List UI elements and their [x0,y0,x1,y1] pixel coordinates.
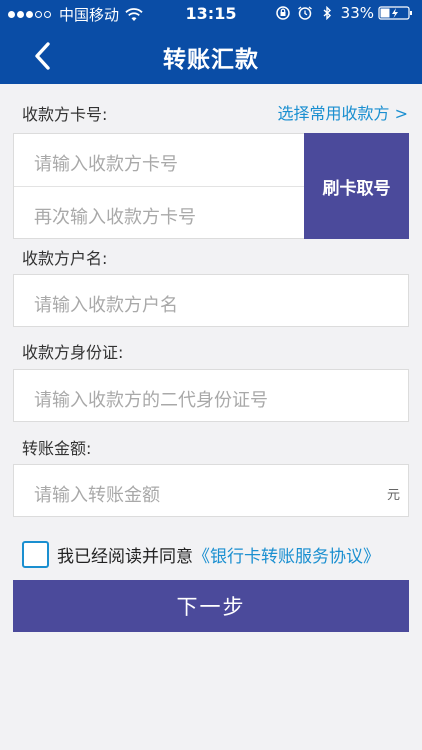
alarm-icon [297,6,312,20]
nav-bar: 转账汇款 [0,28,422,84]
bluetooth-icon [323,6,331,20]
agreement-row: 我已经阅读并同意 《银行卡转账服务协议》 [22,539,380,569]
status-bar: 中国移动 13:15 33% [0,0,422,28]
payee-name-card: 请输入收款方户名 [13,274,409,327]
swipe-card-button[interactable]: 刷卡取号 [304,133,409,239]
payee-name-label: 收款方户名: [22,249,108,268]
payee-id-label: 收款方身份证: [22,343,124,362]
status-right: 33% [269,4,414,22]
choose-payee-link[interactable]: 选择常用收款方 > [278,100,409,124]
divider [14,186,304,187]
header: 中国移动 13:15 33% 转账汇款 [0,0,422,84]
orientation-lock-icon [275,6,290,20]
card-number-label: 收款方卡号: [22,105,108,124]
amount-input[interactable]: 请输入转账金额 [34,481,160,507]
amount-label: 转账金额: [22,439,92,458]
card-number-input[interactable]: 请输入收款方卡号 [34,150,178,176]
card-number-confirm-input[interactable]: 再次输入收款方卡号 [34,203,196,229]
payee-id-card: 请输入收款方的二代身份证号 [13,369,409,422]
amount-card: 请输入转账金额 元 [13,464,409,517]
agreement-checkbox[interactable] [22,540,49,568]
battery-percent: 33% [340,4,374,22]
payee-id-input[interactable]: 请输入收款方的二代身份证号 [34,386,268,412]
battery-icon [378,6,412,20]
page-title: 转账汇款 [163,47,259,73]
agreement-text: 我已经阅读并同意 [57,546,193,567]
payee-name-input[interactable]: 请输入收款方户名 [34,291,178,317]
next-step-button[interactable]: 下一步 [13,580,409,632]
agreement-link[interactable]: 《银行卡转账服务协议》 [193,542,380,567]
amount-unit: 元 [386,488,400,503]
transfer-screen: 中国移动 13:15 33% 转账汇款 收款方卡号: 选择常用收款方 > 请输入… [0,0,422,750]
